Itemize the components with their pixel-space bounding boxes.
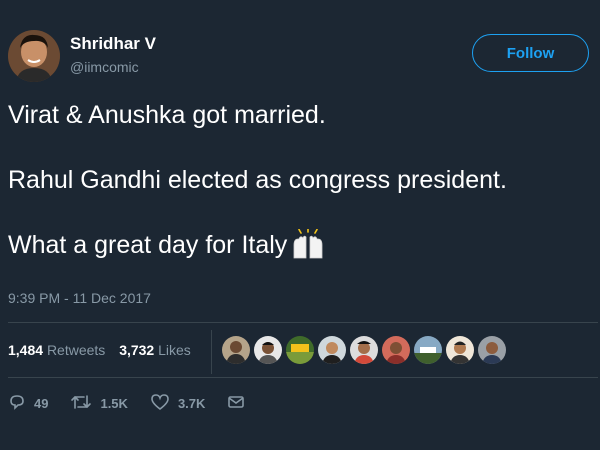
stats-separator	[211, 330, 212, 374]
raising-hands-icon	[291, 228, 325, 268]
tweet-line: What a great day for Italy	[8, 228, 598, 262]
divider	[8, 377, 598, 378]
retweet-count: 1.5K	[100, 396, 128, 411]
tweet-actions: 49 1.5K 3.7K	[8, 393, 275, 414]
direct-message-button[interactable]	[227, 394, 253, 413]
divider	[8, 322, 598, 323]
liker-avatar[interactable]	[414, 336, 442, 364]
tweet-line: Virat & Anushka got married.	[8, 101, 326, 129]
tweet-timestamp[interactable]: 9:39 PM - 11 Dec 2017	[8, 290, 151, 306]
tweet-line: Rahul Gandhi elected as congress preside…	[8, 166, 507, 194]
retweets-label: Retweets	[46, 342, 106, 358]
liker-avatar[interactable]	[222, 336, 250, 364]
tweet-line-text: What a great day for Italy	[8, 231, 288, 259]
reply-icon	[8, 393, 34, 414]
likes-stat[interactable]: 3,732 Likes	[119, 342, 191, 358]
liker-avatar[interactable]	[446, 336, 474, 364]
liker-avatars	[222, 336, 510, 366]
reply-button[interactable]: 49	[8, 393, 48, 414]
reply-count: 49	[34, 396, 49, 411]
user-handle[interactable]: @iimcomic	[70, 58, 156, 76]
tweet-card: Shridhar V @iimcomic Follow Virat & Anus…	[0, 0, 600, 450]
liker-avatar[interactable]	[254, 336, 282, 364]
like-button[interactable]: 3.7K	[150, 393, 205, 414]
liker-avatar[interactable]	[350, 336, 378, 364]
like-count: 3.7K	[177, 396, 206, 411]
likes-label: Likes	[158, 342, 191, 358]
liker-avatar[interactable]	[382, 336, 410, 364]
heart-icon	[150, 393, 178, 414]
display-name[interactable]: Shridhar V	[70, 34, 156, 54]
liker-avatar[interactable]	[478, 336, 506, 364]
tweet-text: Virat & Anushka got married. Rahul Gandh…	[8, 98, 598, 262]
author-info: Shridhar V @iimcomic	[70, 34, 156, 76]
retweets-count: 1,484	[8, 342, 44, 358]
retweets-stat[interactable]: 1,484 Retweets	[8, 342, 105, 358]
liker-avatar[interactable]	[318, 336, 346, 364]
liker-avatar[interactable]	[286, 336, 314, 364]
follow-button[interactable]: Follow	[472, 34, 589, 72]
engagement-stats: 1,484 Retweets 3,732 Likes	[8, 342, 201, 358]
avatar[interactable]	[8, 30, 60, 82]
mail-icon	[227, 394, 253, 413]
retweet-icon	[70, 393, 100, 414]
retweet-button[interactable]: 1.5K	[70, 393, 128, 414]
likes-count: 3,732	[119, 342, 155, 358]
